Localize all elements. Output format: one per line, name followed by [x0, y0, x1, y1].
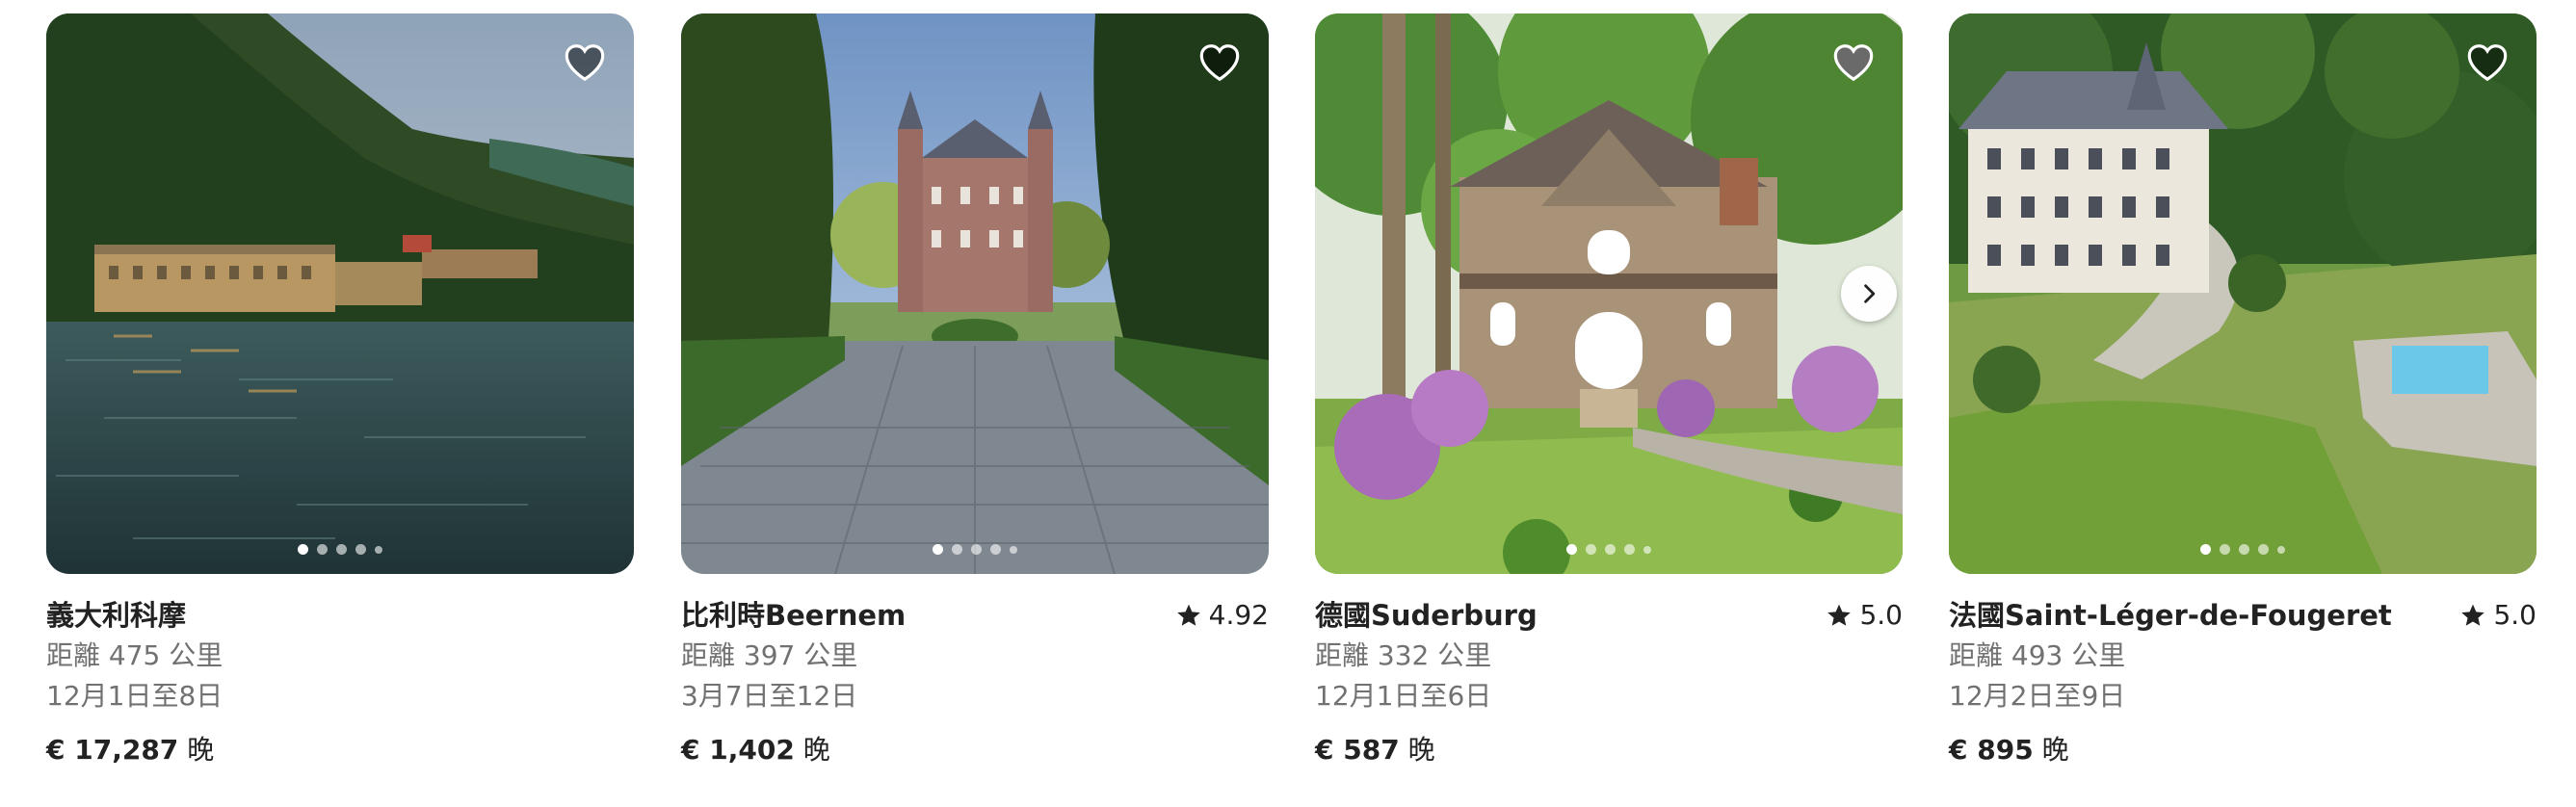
rating-value: 5.0	[2493, 599, 2537, 631]
listing-card[interactable]: 比利時Beernem 4.92 距離 397 公里 3月7日至12日 € 1,4…	[681, 13, 1269, 766]
carousel-dot	[1586, 544, 1596, 555]
listing-location: 比利時Beernem	[681, 599, 907, 632]
price-unit: 晚	[802, 734, 830, 766]
listing-distance: 距離 332 公里	[1315, 639, 1492, 671]
chateau-aerial-photo	[1949, 13, 2537, 574]
listing-photo-carousel[interactable]	[46, 13, 634, 574]
carousel-dot	[2200, 544, 2211, 555]
carousel-dot	[1643, 545, 1651, 554]
listing-price: € 895 晚	[1949, 730, 2069, 770]
listing-dates: 12月1日至6日	[1315, 680, 1492, 712]
carousel-dot	[990, 544, 1001, 555]
price-unit: 晚	[1407, 734, 1435, 766]
heart-icon[interactable]	[1196, 40, 1244, 85]
star-icon	[2461, 604, 2485, 626]
listing-card[interactable]: 義大利科摩 距離 475 公里 12月1日至8日 € 17,287 晚	[46, 13, 634, 766]
listing-photo-carousel[interactable]	[681, 13, 1269, 574]
heart-icon[interactable]	[1829, 40, 1878, 85]
listing-dates: 12月1日至8日	[46, 680, 223, 712]
carousel-dot	[336, 544, 347, 555]
lake-villa-photo	[46, 13, 634, 574]
price-amount: € 17,287	[46, 734, 179, 766]
listing-rating: 5.0	[1827, 595, 1903, 636]
listing-price: € 587 晚	[1315, 730, 1435, 770]
heart-icon[interactable]	[2463, 40, 2511, 85]
carousel-dots	[1949, 544, 2537, 555]
carousel-dot	[2277, 545, 2285, 554]
carousel-dot	[933, 544, 943, 555]
listing-price: € 17,287 晚	[46, 730, 214, 770]
castle-photo	[681, 13, 1269, 574]
listing-card[interactable]: 德國Suderburg 5.0 距離 332 公里 12月1日至6日 € 587…	[1315, 13, 1903, 766]
price-unit: 晚	[2041, 734, 2069, 766]
chevron-right-icon	[1864, 284, 1876, 303]
listing-photo-carousel[interactable]	[1949, 13, 2537, 574]
listing-photo-carousel[interactable]	[1315, 13, 1903, 574]
carousel-dot	[952, 544, 962, 555]
price-unit: 晚	[187, 734, 215, 766]
price-amount: € 1,402	[681, 734, 795, 766]
carousel-next-button[interactable]	[1841, 266, 1897, 322]
carousel-dot	[355, 544, 366, 555]
carousel-dot	[2239, 544, 2249, 555]
listing-rating: 4.92	[1176, 595, 1269, 636]
listing-distance: 距離 397 公里	[681, 639, 858, 671]
carousel-dot	[1624, 544, 1635, 555]
star-icon	[1827, 604, 1852, 626]
carousel-dot	[2258, 544, 2269, 555]
listing-location: 義大利科摩	[46, 599, 187, 632]
listing-dates: 12月2日至9日	[1949, 680, 2126, 712]
listing-distance: 距離 475 公里	[46, 639, 223, 671]
carousel-dot	[298, 544, 308, 555]
listing-location: 德國Suderburg	[1315, 599, 1538, 632]
listing-rating: 5.0	[2460, 595, 2537, 636]
listing-card[interactable]: 法國Saint-Léger-de-Fougeret 5.0 距離 493 公里 …	[1949, 13, 2537, 766]
carousel-dot	[375, 545, 382, 554]
listing-price: € 1,402 晚	[681, 730, 830, 770]
carousel-dots	[46, 544, 634, 555]
star-icon	[1176, 604, 1200, 626]
carousel-dot	[2220, 544, 2230, 555]
price-amount: € 587	[1315, 734, 1400, 766]
carousel-dot	[971, 544, 982, 555]
rating-value: 5.0	[1859, 599, 1903, 631]
listing-dates: 3月7日至12日	[681, 680, 858, 712]
carousel-dots	[1315, 544, 1903, 555]
carousel-dot	[1566, 544, 1577, 555]
heart-icon[interactable]	[561, 40, 609, 85]
carousel-dots	[681, 544, 1269, 555]
price-amount: € 895	[1949, 734, 2034, 766]
stone-house-photo	[1315, 13, 1903, 574]
carousel-dot	[1605, 544, 1616, 555]
carousel-dot	[317, 544, 328, 555]
listing-distance: 距離 493 公里	[1949, 639, 2126, 671]
listing-location: 法國Saint-Léger-de-Fougeret	[1949, 599, 2392, 632]
carousel-dot	[1010, 545, 1017, 554]
rating-value: 4.92	[1208, 599, 1269, 631]
